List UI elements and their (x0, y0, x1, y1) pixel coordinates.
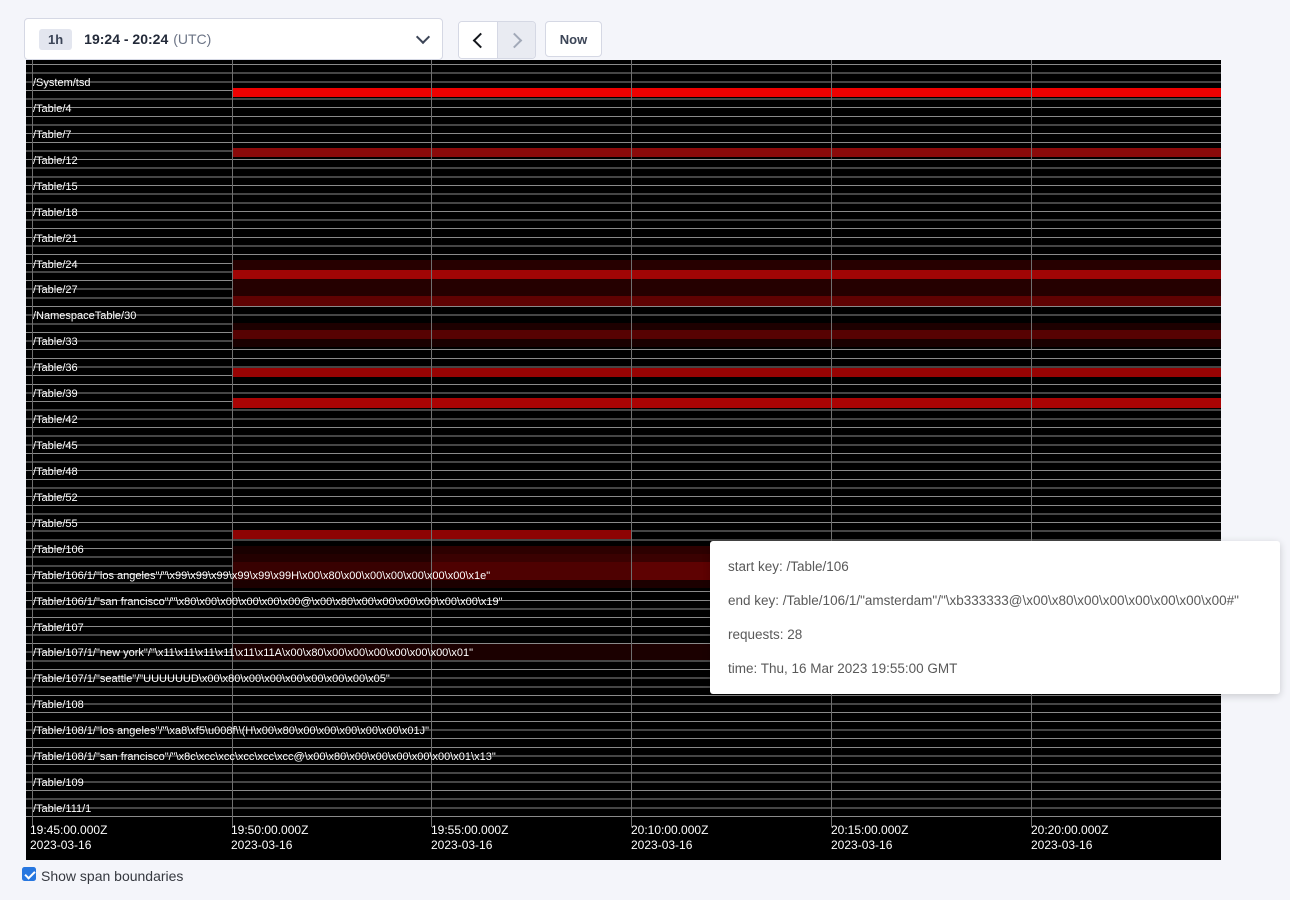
key-range-label: /Table/12 (33, 155, 78, 167)
heat-band[interactable] (232, 148, 1221, 157)
key-range-label: /Table/24 (33, 259, 78, 271)
key-range-label: /Table/52 (33, 492, 78, 504)
key-visualizer-canvas[interactable]: /System/tsd/Table/4/Table/7/Table/12/Tab… (26, 60, 1221, 860)
key-range-label: /Table/106 (33, 544, 84, 556)
key-range-label: /NamespaceTable/30 (33, 310, 136, 322)
chevron-left-icon (472, 32, 488, 48)
x-axis-time: 20:15:00.000Z (831, 823, 908, 838)
time-nav-button-group (458, 21, 536, 59)
key-range-label: /Table/107 (33, 622, 84, 634)
x-axis-label: 20:20:00.000Z2023-03-16 (1031, 823, 1108, 853)
key-range-label: /Table/107/1/"seattle"/"UUUUUUD\x00\x80\… (33, 673, 390, 685)
key-range-label: /Table/108 (33, 699, 84, 711)
heat-band[interactable] (232, 279, 1221, 296)
time-gridline (431, 60, 432, 827)
x-axis-time: 19:50:00.000Z (231, 823, 308, 838)
x-axis-label: 19:55:00.000Z2023-03-16 (431, 823, 508, 853)
heat-band[interactable] (232, 330, 1221, 339)
tooltip-requests: requests: 28 (728, 618, 1262, 652)
hover-tooltip: start key: /Table/106 end key: /Table/10… (710, 541, 1280, 694)
duration-badge: 1h (39, 29, 72, 50)
key-range-label: /Table/7 (33, 129, 72, 141)
show-span-boundaries-checkbox[interactable] (22, 867, 36, 881)
x-axis-time: 19:55:00.000Z (431, 823, 508, 838)
heat-band[interactable] (232, 398, 1221, 408)
x-axis-date: 2023-03-16 (231, 838, 308, 853)
chevron-down-icon (416, 30, 430, 44)
key-range-label: /Table/108/1/"los angeles"/"\xa8\xf5\u00… (33, 725, 429, 737)
now-button[interactable]: Now (545, 21, 602, 57)
key-range-label: /Table/21 (33, 233, 78, 245)
next-range-button[interactable] (497, 22, 535, 58)
key-range-label: /Table/107/1/"new york"/"\x11\x11\x11\x1… (33, 647, 473, 659)
x-axis-date: 2023-03-16 (831, 838, 908, 853)
x-axis-date: 2023-03-16 (1031, 838, 1108, 853)
key-range-label: /Table/111/1 (33, 803, 91, 815)
chevron-right-icon (507, 32, 523, 48)
x-axis-label: 19:50:00.000Z2023-03-16 (231, 823, 308, 853)
x-axis-date: 2023-03-16 (431, 838, 508, 853)
tooltip-start-key: start key: /Table/106 (728, 550, 1262, 584)
key-range-label: /Table/15 (33, 181, 78, 193)
x-axis-date: 2023-03-16 (631, 838, 708, 853)
time-range-select[interactable]: 1h 19:24 - 20:24 (UTC) (24, 18, 443, 60)
time-gridline (831, 60, 832, 827)
heat-band[interactable] (232, 296, 1221, 306)
x-axis-time: 20:20:00.000Z (1031, 823, 1108, 838)
x-axis-time: 19:45:00.000Z (30, 823, 107, 838)
heat-band[interactable] (232, 323, 1221, 330)
heat-band[interactable] (232, 368, 1221, 377)
time-gridline (1031, 60, 1032, 827)
x-axis-label: 19:45:00.000Z2023-03-16 (30, 823, 107, 853)
heat-band[interactable] (232, 88, 1221, 97)
time-range-label: 19:24 - 20:24 (84, 31, 168, 47)
key-range-label: /Table/108/1/"san francisco"/"\x8c\xcc\x… (33, 751, 496, 763)
time-gridline (232, 60, 233, 827)
key-range-label: /Table/36 (33, 362, 78, 374)
key-range-label: /Table/4 (33, 103, 72, 115)
x-axis-time: 20:10:00.000Z (631, 823, 708, 838)
tooltip-end-key: end key: /Table/106/1/"amsterdam"/"\xb33… (728, 584, 1262, 618)
key-range-label: /Table/106/1/"los angeles"/"\x99\x99\x99… (33, 570, 490, 582)
key-range-label: /Table/33 (33, 336, 78, 348)
heat-band[interactable] (232, 546, 431, 554)
timezone-label: (UTC) (173, 31, 211, 47)
key-range-label: /Table/39 (33, 388, 78, 400)
key-range-label: /System/tsd (33, 77, 90, 89)
heat-band[interactable] (232, 270, 1221, 279)
key-range-label: /Table/42 (33, 414, 78, 426)
span-boundary-lines (26, 64, 1221, 818)
heat-band[interactable] (232, 339, 1221, 347)
key-range-label: /Table/106/1/"san francisco"/"\x80\x00\x… (33, 596, 503, 608)
key-range-label: /Table/109 (33, 777, 84, 789)
time-gridline (631, 60, 632, 827)
show-span-boundaries-label[interactable]: Show span boundaries (41, 868, 183, 884)
prev-range-button[interactable] (459, 22, 497, 58)
key-range-label: /Table/45 (33, 440, 78, 452)
key-range-label: /Table/55 (33, 518, 78, 530)
tooltip-time: time: Thu, 16 Mar 2023 19:55:00 GMT (728, 652, 1262, 686)
key-range-label: /Table/27 (33, 284, 78, 296)
x-axis-date: 2023-03-16 (30, 838, 107, 853)
heat-band[interactable] (232, 260, 1221, 270)
x-axis-label: 20:15:00.000Z2023-03-16 (831, 823, 908, 853)
heat-band[interactable] (232, 554, 431, 562)
key-range-label: /Table/48 (33, 466, 78, 478)
key-range-label: /Table/18 (33, 207, 78, 219)
x-axis-label: 20:10:00.000Z2023-03-16 (631, 823, 708, 853)
